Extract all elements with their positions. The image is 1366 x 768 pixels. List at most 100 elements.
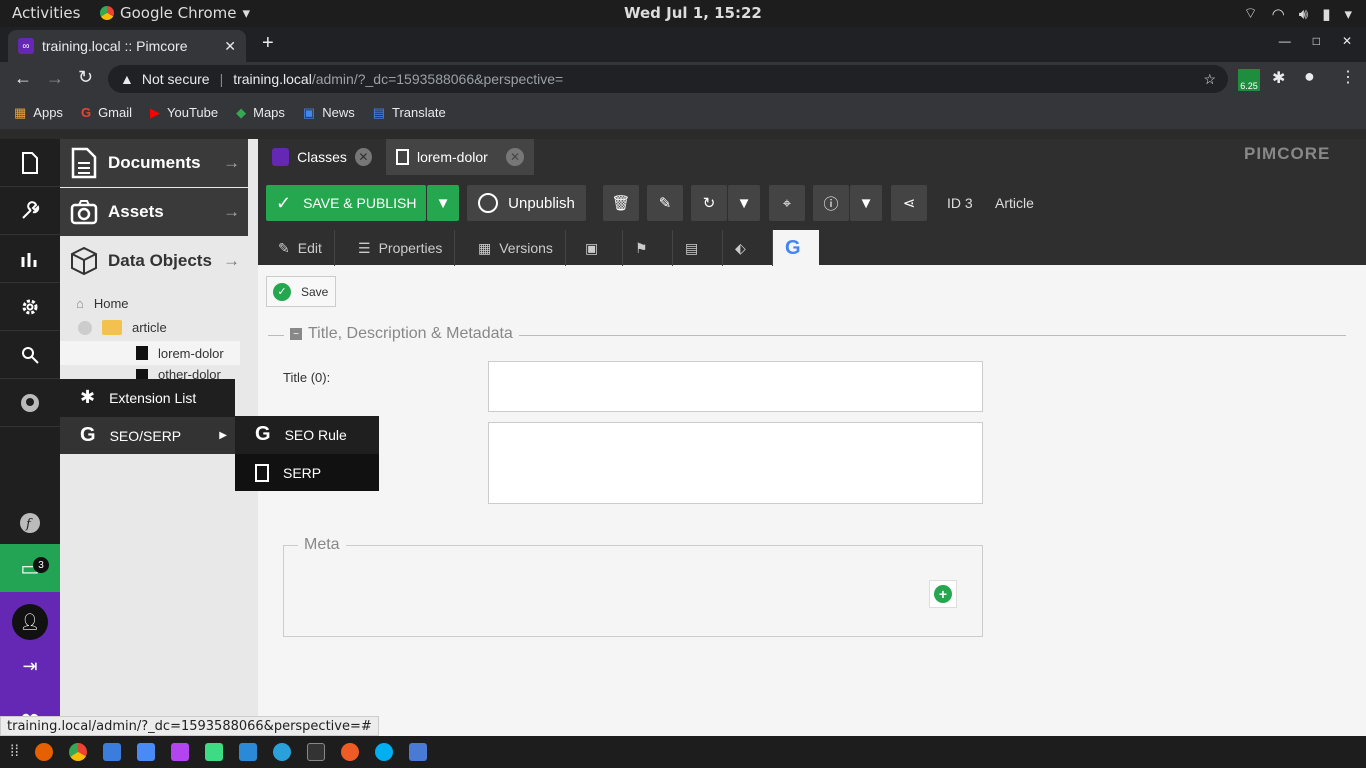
tab-notes[interactable]: ▤ <box>673 230 723 266</box>
info-dropdown-button[interactable]: ▼ <box>850 185 882 221</box>
reload-icon[interactable]: ↻ <box>78 67 93 88</box>
tree-node-home[interactable]: ⌂ Home <box>76 296 129 311</box>
close-tab-icon[interactable]: ✕ <box>224 38 236 55</box>
accordion-data-objects[interactable]: Data Objects → <box>60 237 248 285</box>
reload-dropdown-button[interactable]: ▼ <box>728 185 760 221</box>
notification-count-badge: 3 <box>33 557 49 573</box>
wrench-icon[interactable] <box>0 187 60 235</box>
file-icon[interactable] <box>0 139 60 187</box>
url-path: /admin/?_dc=1593588066&perspective= <box>311 71 564 87</box>
logout-icon[interactable]: ⇥ <box>22 656 37 677</box>
close-icon[interactable]: ✕ <box>506 148 524 166</box>
files-icon[interactable] <box>102 743 121 761</box>
browser-tab[interactable]: ∞ training.local :: Pimcore ✕ <box>8 30 246 62</box>
tab-edit[interactable]: ✎ Edit <box>266 230 335 266</box>
tab-classes[interactable]: Classes ✕ <box>262 139 382 175</box>
ban-icon <box>478 193 499 213</box>
accordion-documents[interactable]: Documents → <box>60 139 248 187</box>
rename-button[interactable]: ✎ <box>647 185 683 221</box>
accordion-assets[interactable]: Assets → <box>60 188 248 236</box>
window-controls[interactable]: — □ ✕ <box>1279 34 1352 48</box>
seo-save-button[interactable]: ✓ Save <box>266 276 336 307</box>
bookmark-news[interactable]: ▣ News <box>303 105 355 121</box>
classes-icon <box>272 148 290 166</box>
forward-icon[interactable]: → <box>46 68 64 89</box>
postman-icon[interactable] <box>340 743 359 761</box>
close-icon[interactable]: ✕ <box>354 148 372 166</box>
add-meta-button[interactable]: + <box>929 580 957 608</box>
tab-properties[interactable]: ☰ Properties <box>346 230 456 266</box>
description-textarea[interactable] <box>488 422 983 504</box>
locate-button[interactable]: ⌖ <box>769 185 805 221</box>
tab-lorem-dolor[interactable]: lorem-dolor ✕ <box>386 139 534 175</box>
search-icon[interactable] <box>0 331 60 379</box>
collapse-icon[interactable] <box>78 320 92 335</box>
docs-icon[interactable] <box>136 743 155 761</box>
update-icon[interactable] <box>408 743 427 761</box>
tab-dependencies[interactable]: ⚑ <box>623 230 673 266</box>
chrome-icon[interactable] <box>68 743 87 761</box>
power-chevron-icon: ▾ <box>1344 4 1352 23</box>
bookmark-gmail[interactable]: G Gmail <box>81 105 132 120</box>
tab-seo[interactable]: G <box>773 230 819 266</box>
google-icon: G <box>80 105 92 120</box>
reload-button[interactable]: ↻ <box>691 185 727 221</box>
skype-icon[interactable] <box>374 743 393 761</box>
bookmark-youtube[interactable]: ▶ YouTube <box>150 105 218 121</box>
not-secure-label: Not secure <box>141 71 210 87</box>
tab-versions[interactable]: ▦ Versions <box>466 230 566 266</box>
menu-item-serp[interactable]: SERP <box>235 454 379 491</box>
chart-icon[interactable] <box>0 235 60 283</box>
extensions-icon[interactable]: ✱ <box>1272 68 1285 88</box>
unpublish-button[interactable]: Unpublish <box>467 185 586 221</box>
bookmark-star-icon[interactable]: ☆ <box>1203 71 1216 88</box>
tab-schedule[interactable]: ▣ <box>573 230 623 266</box>
clock[interactable]: Wed Jul 1, 15:22 <box>624 4 762 22</box>
bookmark-apps[interactable]: ▦ Apps <box>14 105 63 121</box>
maximize-icon[interactable]: □ <box>1313 34 1320 48</box>
gear-icon[interactable] <box>0 283 60 331</box>
collapse-section-icon[interactable]: − <box>290 328 302 340</box>
ext-badge[interactable]: 6.25 <box>1238 69 1260 91</box>
pimcore-left-nav: f ▭ 3 👤︎ ⇥ ∞ <box>0 139 60 736</box>
menu-item-seo-serp[interactable]: G SEO/SERP ▶ <box>60 417 235 454</box>
firefox-icon[interactable] <box>34 743 53 761</box>
menu-kebab-icon[interactable]: ⋮ <box>1340 67 1356 87</box>
github-icon[interactable] <box>0 379 60 427</box>
extension-menu: ✱ Extension List G SEO/SERP ▶ <box>60 379 235 454</box>
share-button[interactable]: ⋖ <box>891 185 927 221</box>
volume-icon: 🔊︎ <box>1298 4 1309 23</box>
close-window-icon[interactable]: ✕ <box>1342 34 1352 48</box>
minimize-icon[interactable]: — <box>1279 34 1291 48</box>
vscode-icon[interactable] <box>238 743 257 761</box>
menu-item-extension-list[interactable]: ✱ Extension List <box>60 379 235 416</box>
profile-icon[interactable]: ● <box>1304 66 1315 87</box>
terminal-icon[interactable] <box>306 743 325 761</box>
symfony-icon[interactable]: f <box>0 499 60 547</box>
back-icon[interactable]: ← <box>14 68 32 89</box>
maps-icon: ◆ <box>236 104 247 120</box>
address-bar[interactable]: ▲ Not secure | training.local/admin/?_dc… <box>108 65 1228 93</box>
save-publish-button[interactable]: ✓ SAVE & PUBLISH <box>266 185 426 221</box>
new-tab-button[interactable]: + <box>262 32 274 55</box>
phpstorm-icon[interactable] <box>170 743 189 761</box>
delete-button[interactable]: 🗑︎ <box>603 185 639 221</box>
info-button[interactable]: ⓘ <box>813 185 849 221</box>
section-header[interactable]: − Title, Description & Metadata <box>284 325 519 343</box>
bookmark-translate[interactable]: ▤ Translate <box>373 105 446 121</box>
app-menu[interactable]: Google Chrome ▾ <box>100 4 250 22</box>
bookmark-maps[interactable]: ◆ Maps <box>236 105 285 121</box>
menu-item-seo-rule[interactable]: G SEO Rule <box>235 416 379 453</box>
avatar[interactable]: 👤︎ <box>12 604 48 640</box>
android-studio-icon[interactable] <box>204 743 223 761</box>
tree-node-article[interactable]: article <box>78 320 167 335</box>
app-grid-icon[interactable]: ⁞⁞ <box>10 743 19 761</box>
system-tray[interactable]: ⌔ ◠ 🔊︎ ▮ ▾ <box>1244 4 1352 23</box>
save-dropdown-button[interactable]: ▼ <box>427 185 459 221</box>
title-input[interactable] <box>488 361 983 412</box>
activities-button[interactable]: Activities <box>12 4 80 22</box>
telegram-icon[interactable] <box>272 743 291 761</box>
tab-tags[interactable]: ⬖ <box>723 230 773 266</box>
notifications-button[interactable]: ▭ 3 <box>0 544 60 592</box>
tree-node-lorem-dolor[interactable]: lorem-dolor <box>60 341 240 365</box>
